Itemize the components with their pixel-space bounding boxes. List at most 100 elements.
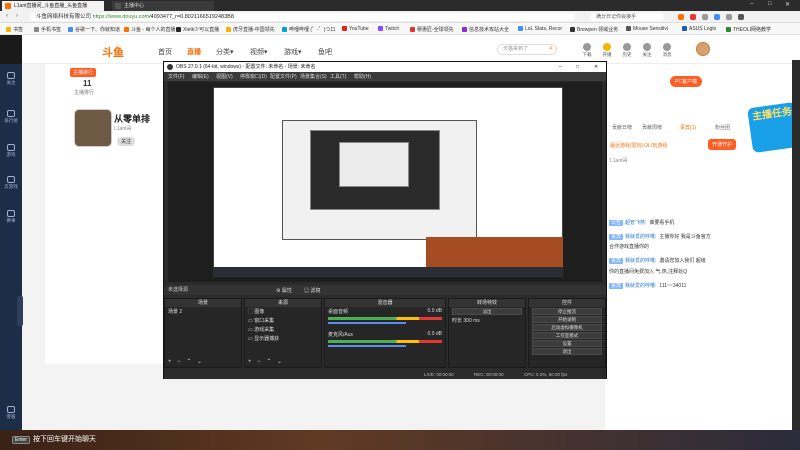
bookmark-favicon-icon — [282, 27, 287, 32]
source-controls[interactable]: + − ⌃ ⌄ — [248, 358, 284, 365]
minimize-button[interactable]: – — [750, 1, 753, 7]
obs-minimize-button[interactable]: – — [559, 62, 562, 72]
source-item-window-capture[interactable]: ▭ 窗口采集 — [245, 316, 321, 325]
tab-daily-rank[interactable]: 贡献日榜 — [612, 124, 632, 131]
douyu-logo[interactable]: 斗鱼 — [102, 44, 124, 60]
bookmark-favicon-icon — [726, 27, 731, 32]
tab-fans[interactable]: 粉丝团 — [715, 124, 730, 131]
sidebar-collapse-handle[interactable] — [17, 296, 23, 326]
sidebar-item-cloud-games[interactable]: 云游戏 — [0, 176, 22, 190]
virtual-camera-button[interactable]: 启动虚拟摄像机 — [532, 324, 602, 331]
nav-home[interactable]: 首页 — [158, 47, 172, 57]
bookmark-item[interactable]: YouTube — [342, 26, 369, 32]
scene-controls[interactable]: + − ⌃ ⌄ — [168, 358, 204, 365]
extension-icon[interactable] — [714, 14, 720, 20]
obs-logo-icon — [167, 64, 173, 70]
nav-games[interactable]: 游戏▾ — [284, 47, 302, 57]
download-button[interactable]: 下载 — [578, 43, 596, 58]
back-icon[interactable]: ‹ — [6, 13, 8, 19]
nav-category[interactable]: 分类▾ — [216, 47, 234, 57]
extension-icon[interactable] — [678, 14, 684, 20]
menu-view[interactable]: 视图(V) — [216, 73, 233, 80]
bookmark-item[interactable]: 信息技术攻站大全 — [462, 26, 509, 33]
settings-button[interactable]: 设置 — [532, 340, 602, 347]
exit-button[interactable]: 退出 — [532, 348, 602, 355]
start-recording-button[interactable]: 开始录制 — [532, 316, 602, 323]
user-avatar[interactable] — [696, 42, 710, 56]
sidebar-item-service[interactable]: 客服 — [0, 406, 22, 420]
stop-streaming-button[interactable]: 停止推流 — [532, 308, 602, 315]
bookmark-item[interactable]: Twitch — [378, 26, 399, 32]
follow-button[interactable]: 关注 — [117, 137, 136, 146]
menu-help[interactable]: 帮助(H) — [354, 73, 371, 80]
site-search-input[interactable]: 天猫来到了 — [497, 44, 557, 55]
extension-icon[interactable] — [690, 14, 696, 20]
start-stream-button[interactable]: 开播 — [598, 43, 616, 58]
nav-video[interactable]: 视频▾ — [250, 47, 268, 57]
menu-icon[interactable] — [738, 14, 744, 20]
maximize-button[interactable]: □ — [768, 1, 772, 7]
browser-tab-anchor-center[interactable]: 主播中心 — [112, 1, 214, 11]
volume-slider[interactable] — [328, 345, 406, 347]
bookmark-item[interactable]: THEOLI网络教学 — [726, 26, 771, 33]
menu-docks[interactable]: 停靠窗口(D) — [240, 73, 267, 80]
studio-mode-button[interactable]: 工作室模式 — [532, 332, 602, 339]
bookmark-item[interactable]: ASUS Login — [682, 26, 716, 32]
sidebar-item-follow[interactable]: 关注 — [0, 72, 22, 86]
bookmark-item[interactable]: 穆惠匠-全球领先 — [410, 26, 454, 33]
page-scrollbar[interactable] — [792, 60, 800, 430]
obs-close-button[interactable]: ✕ — [594, 62, 598, 72]
streamer-avatar[interactable] — [74, 109, 112, 147]
bookmark-item[interactable]: Mouse Sensitivi — [626, 26, 668, 32]
nav-fishbar[interactable]: 鱼吧 — [318, 47, 332, 57]
follows-button[interactable]: 关注 — [638, 43, 656, 58]
menu-profile[interactable]: 配置文件(P) — [270, 73, 297, 80]
extension-icon[interactable] — [726, 14, 732, 20]
bookmark-item[interactable]: 手机书签 — [34, 26, 61, 33]
messages-button[interactable]: 消息 — [658, 43, 676, 58]
volume-slider[interactable] — [328, 322, 406, 324]
extension-icon[interactable] — [702, 14, 708, 20]
transition-select[interactable]: 淡出 — [452, 308, 522, 315]
pc-client-button[interactable]: PC客户端 — [670, 76, 702, 87]
tab-weekly-rank[interactable]: 贡献周榜 — [642, 124, 662, 131]
menu-file[interactable]: 文件(F) — [168, 73, 184, 80]
close-button[interactable]: ✕ — [785, 1, 790, 8]
open-guard-button[interactable]: 开通守护 — [708, 139, 737, 150]
site-header: 斗鱼 首页 直播 分类▾ 视频▾ 游戏▾ 鱼吧 天猫来到了 ⌕ 下载 开播 历史… — [22, 35, 800, 64]
scenes-dock-title: 场景 — [165, 299, 241, 307]
bookmark-item[interactable]: 谷歌一下、你就知道 — [68, 26, 120, 33]
history-button[interactable]: 历史 — [618, 43, 636, 58]
duration-input[interactable]: 300 ms — [463, 318, 479, 324]
menu-tools[interactable]: 工具(T) — [330, 73, 346, 80]
browser-search-input[interactable]: 满分日记你会接手 — [590, 13, 664, 21]
source-item-image[interactable]: ⬚ 图像 — [245, 307, 321, 316]
properties-button[interactable]: ⚙ 属性 — [276, 286, 292, 296]
sidebar-item-events[interactable]: 赛事 — [0, 210, 22, 224]
sidebar-item-rank[interactable]: 排行榜 — [0, 110, 22, 124]
obs-maximize-button[interactable]: □ — [576, 62, 579, 72]
bookmark-item[interactable]: 虎牙直播-中国领先 — [226, 26, 275, 33]
search-icon[interactable]: ⌕ — [549, 45, 553, 53]
asus-icon — [682, 26, 687, 31]
bookmark-item[interactable]: 斗鱼 - 每个人的直播 — [124, 26, 175, 33]
source-item-game-capture[interactable]: ▭ 游戏采集 — [245, 325, 321, 334]
forward-icon[interactable]: › — [16, 13, 18, 19]
url-input[interactable]: 斗鱼网络科技有限公司 https://www.douyu.com/4093477… — [30, 13, 575, 21]
bookmark-item[interactable]: 哔哩哔哩 (゜-゜)つ口 — [282, 26, 335, 33]
bookmark-item[interactable]: LoL Stats, Recor — [518, 26, 562, 32]
sidebar-item-games[interactable]: 游戏 — [0, 144, 22, 158]
bookmark-item[interactable]: Xtelk少可以直播 — [176, 26, 219, 33]
nav-live[interactable]: 直播 — [187, 47, 201, 57]
obs-menu-bar: 文件(F) 编辑(E) 视图(V) 停靠窗口(D) 配置文件(P) 场景集合(S… — [164, 72, 606, 81]
bookmark-favicon-icon — [462, 27, 467, 32]
menu-edit[interactable]: 编辑(E) — [192, 73, 209, 80]
scene-item[interactable]: 场景 2 — [165, 307, 241, 316]
bookmark-item[interactable]: Brewpen 领域业务 — [570, 26, 618, 33]
browser-tab-douyu[interactable]: L1ant直播间_斗鱼直播_头鱼直播 — [2, 1, 104, 11]
tab-vip[interactable]: 贵宾(1) — [680, 124, 696, 131]
bookmark-item[interactable]: 书签 — [6, 26, 23, 33]
source-item-display-capture[interactable]: ▭ 显示器捕获 — [245, 334, 321, 343]
filters-button[interactable]: ▤ 滤镜 — [304, 286, 320, 296]
menu-scene-collection[interactable]: 场景集合(S) — [300, 73, 327, 80]
